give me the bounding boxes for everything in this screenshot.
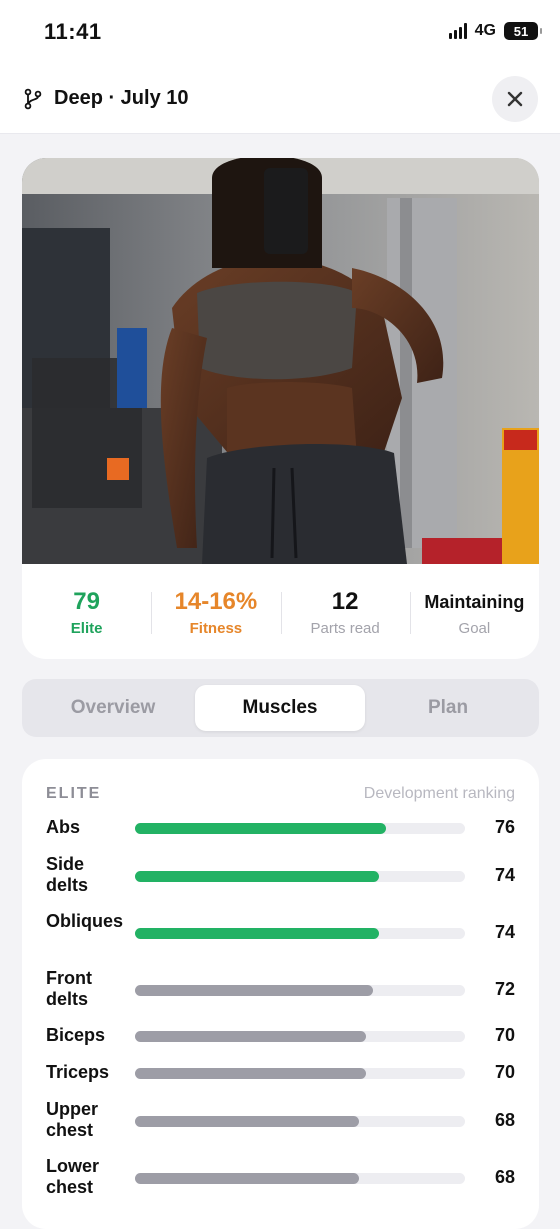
score-bar-fill bbox=[135, 871, 379, 882]
muscle-row: Upper chest 68 bbox=[46, 1099, 515, 1143]
network-type: 4G bbox=[474, 22, 496, 39]
tab-overview[interactable]: Overview bbox=[28, 685, 198, 731]
stat-label: Parts read bbox=[310, 620, 380, 637]
muscle-score: 68 bbox=[494, 1110, 515, 1130]
segmented-tabs: Overview Muscles Plan bbox=[22, 679, 539, 737]
score-bar-track bbox=[135, 928, 465, 939]
status-time: 11:41 bbox=[44, 19, 102, 44]
gym-selfie-photo bbox=[22, 158, 539, 564]
stat-value: 12 bbox=[331, 588, 359, 615]
muscle-score: 70 bbox=[494, 1062, 515, 1082]
stats-row: 79 Elite 14-16% Fitness 12 Parts read Ma… bbox=[22, 564, 539, 659]
muscle-row: Biceps 70 bbox=[46, 1025, 515, 1047]
status-bar: 11:41 4G 51 bbox=[0, 0, 560, 68]
stat-label: Fitness bbox=[189, 620, 243, 637]
score-bar-fill bbox=[135, 985, 373, 996]
score-bar-fill bbox=[135, 823, 386, 834]
muscle-score: 70 bbox=[494, 1025, 515, 1045]
battery-icon: 51 bbox=[504, 22, 542, 40]
score-bar-track bbox=[135, 1068, 465, 1079]
ranking-note: Development ranking bbox=[363, 785, 515, 802]
close-button[interactable] bbox=[492, 76, 538, 122]
muscle-row: Lower chest 68 bbox=[46, 1156, 515, 1200]
stat-body-fat: 14-16% Fitness bbox=[151, 564, 280, 659]
close-icon bbox=[507, 91, 523, 107]
stat-value: 79 bbox=[73, 588, 100, 615]
tab-plan[interactable]: Plan bbox=[363, 685, 533, 731]
score-bar-track bbox=[135, 985, 465, 996]
score-bar-track bbox=[135, 1173, 465, 1184]
muscle-name: Front delts bbox=[46, 968, 92, 1009]
muscle-ranking-card: ELITE Development ranking Abs 76 Side delt… bbox=[22, 759, 539, 1229]
nav-bar: Deep · July 10 bbox=[0, 68, 560, 134]
status-indicators: 4G 51 bbox=[448, 22, 542, 40]
score-bar-track bbox=[135, 823, 465, 834]
muscle-score: 76 bbox=[494, 817, 515, 837]
muscle-name: Lower chest bbox=[46, 1156, 100, 1197]
muscle-row: Obliques 74 bbox=[46, 911, 515, 955]
stat-overall-score: 79 Elite bbox=[22, 564, 151, 659]
muscle-row: Abs 76 bbox=[46, 817, 515, 839]
muscle-row: Side delts 74 bbox=[46, 854, 515, 898]
muscle-name: Biceps bbox=[46, 1025, 106, 1045]
score-bar-track bbox=[135, 1031, 465, 1042]
scan-summary-card: 79 Elite 14-16% Fitness 12 Parts read Ma… bbox=[22, 158, 539, 659]
muscle-score: 74 bbox=[494, 865, 515, 885]
stat-label: Goal bbox=[458, 620, 491, 637]
stat-value: Maintaining bbox=[424, 592, 525, 612]
signal-icon bbox=[448, 23, 467, 39]
score-bar-track bbox=[135, 1116, 465, 1127]
muscle-score: 68 bbox=[494, 1167, 515, 1187]
stat-label: Elite bbox=[70, 620, 103, 637]
muscle-name: Abs bbox=[46, 817, 81, 837]
muscle-row: Triceps 70 bbox=[46, 1062, 515, 1084]
muscle-name: Obliques bbox=[46, 911, 124, 931]
muscle-score: 72 bbox=[494, 979, 515, 999]
score-bar-fill bbox=[135, 928, 379, 939]
card-header: ELITE Development ranking bbox=[46, 785, 515, 805]
score-bar-fill bbox=[135, 1173, 359, 1184]
tier-label: ELITE bbox=[46, 785, 102, 802]
stat-goal: Maintaining Goal bbox=[409, 564, 539, 659]
page-title: Deep · July 10 bbox=[54, 87, 189, 109]
muscle-name: Triceps bbox=[46, 1062, 110, 1082]
branch-icon bbox=[24, 88, 42, 110]
score-bar-track bbox=[135, 871, 465, 882]
score-bar-fill bbox=[135, 1116, 359, 1127]
muscle-row: Front delts 72 bbox=[46, 968, 515, 1012]
stat-parts-read: 12 Parts read bbox=[280, 564, 410, 659]
muscle-name: Upper chest bbox=[46, 1099, 99, 1140]
muscle-name: Side delts bbox=[46, 854, 89, 895]
stat-value: 14-16% bbox=[174, 588, 258, 615]
tab-muscles[interactable]: Muscles bbox=[195, 685, 365, 731]
score-bar-fill bbox=[135, 1068, 366, 1079]
muscle-score: 74 bbox=[494, 922, 515, 942]
battery-level: 51 bbox=[513, 23, 529, 39]
score-bar-fill bbox=[135, 1031, 366, 1042]
